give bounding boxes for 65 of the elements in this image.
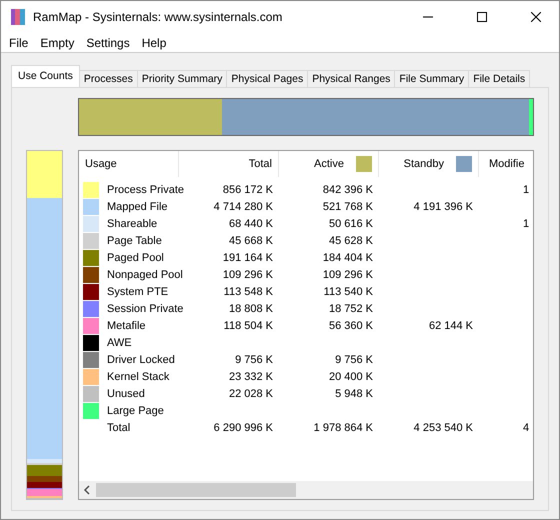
table-cell-text: Shareable (106, 218, 158, 230)
table-cell-text: 1 978 864 K (312, 422, 374, 434)
table-cell-text: Mapped File (106, 200, 169, 212)
maximize-icon[interactable] (477, 12, 487, 22)
table-cell-text: Process Private (106, 184, 186, 196)
close-icon[interactable] (531, 12, 541, 22)
table-cell-text: 118 504 K (222, 320, 274, 332)
tab[interactable]: Use Counts (11, 65, 80, 87)
column-header[interactable]: Active (279, 151, 379, 177)
table-cell-text: Unused (106, 388, 146, 400)
table-cell-text: System PTE (106, 286, 170, 298)
column-header[interactable]: Usage (79, 151, 179, 177)
table-cell-text: 9 756 K (334, 354, 374, 366)
table-cell-text: Paged Pool (106, 252, 165, 264)
column-header[interactable]: Modifie (479, 151, 533, 177)
table-cell-text: 5 948 K (334, 388, 374, 400)
table-cell-text: 109 296 K (322, 268, 374, 280)
table-cell-text: 842 396 K (322, 184, 374, 196)
table-cell-text: 4 (522, 422, 530, 434)
table-cell-text: 4 714 280 K (212, 200, 274, 212)
horizontal-scrollbar[interactable] (79, 481, 533, 499)
scroll-thumb[interactable] (96, 483, 296, 497)
table-cell-text: 4 253 540 K (412, 422, 474, 434)
table-cell-text: 113 540 K (322, 286, 374, 298)
table-cell-text: 68 440 K (228, 218, 274, 230)
column-header[interactable]: Standby (379, 151, 479, 177)
tab[interactable]: File Summary (394, 70, 470, 87)
table-cell-text: 56 360 K (328, 320, 374, 332)
table-cell-text: 50 616 K (328, 218, 374, 230)
column-header[interactable]: Total (179, 151, 279, 177)
table-cell-text: Nonpaged Pool (106, 268, 184, 280)
menu-item[interactable]: Empty (34, 36, 80, 50)
table-cell-text: Kernel Stack (106, 370, 170, 382)
menu-item[interactable]: Settings (80, 36, 136, 50)
table-cell-text: 1 (522, 184, 530, 196)
table-cell-text: 45 628 K (328, 234, 374, 246)
table-cell-text: 20 400 K (328, 370, 374, 382)
window-title: RamMap - Sysinternals: www.sysinternals.com (33, 10, 284, 24)
table-cell-text: 45 668 K (228, 234, 274, 246)
table-cell-text: 18 752 K (328, 302, 374, 314)
tab[interactable]: File Details (468, 70, 530, 87)
menu-item[interactable]: Help (136, 36, 172, 50)
table-cell-text: 521 768 K (322, 200, 374, 212)
table-cell-text: 22 028 K (228, 388, 274, 400)
table-cell-text: 4 191 396 K (412, 200, 474, 212)
menu-item[interactable]: File (3, 36, 34, 50)
table-cell-text: Driver Locked (106, 354, 176, 366)
table-cell-text: Total (106, 422, 132, 434)
table-cell-text: 184 404 K (322, 252, 374, 264)
table-cell-text: 23 332 K (228, 370, 274, 382)
table-cell-text: 191 164 K (222, 252, 274, 264)
tab[interactable]: Physical Pages (226, 70, 308, 87)
table-cell-text: 9 756 K (234, 354, 274, 366)
table-cell-text: 113 548 K (222, 286, 274, 298)
table-cell-text: Metafile (106, 320, 147, 332)
tab[interactable]: Priority Summary (136, 70, 228, 87)
table-cell-text: AWE (106, 336, 133, 348)
table-cell-text: Page Table (106, 234, 163, 246)
table-cell-text: Large Page (106, 404, 165, 416)
app-logo-icon (11, 9, 25, 25)
table-cell-text: 62 144 K (428, 320, 474, 332)
table-cell-text: 1 (522, 218, 530, 230)
table-cell-text: 6 290 996 K (212, 422, 274, 434)
table-cell-text: Session Private (106, 302, 184, 314)
tab[interactable]: Physical Ranges (307, 70, 396, 87)
